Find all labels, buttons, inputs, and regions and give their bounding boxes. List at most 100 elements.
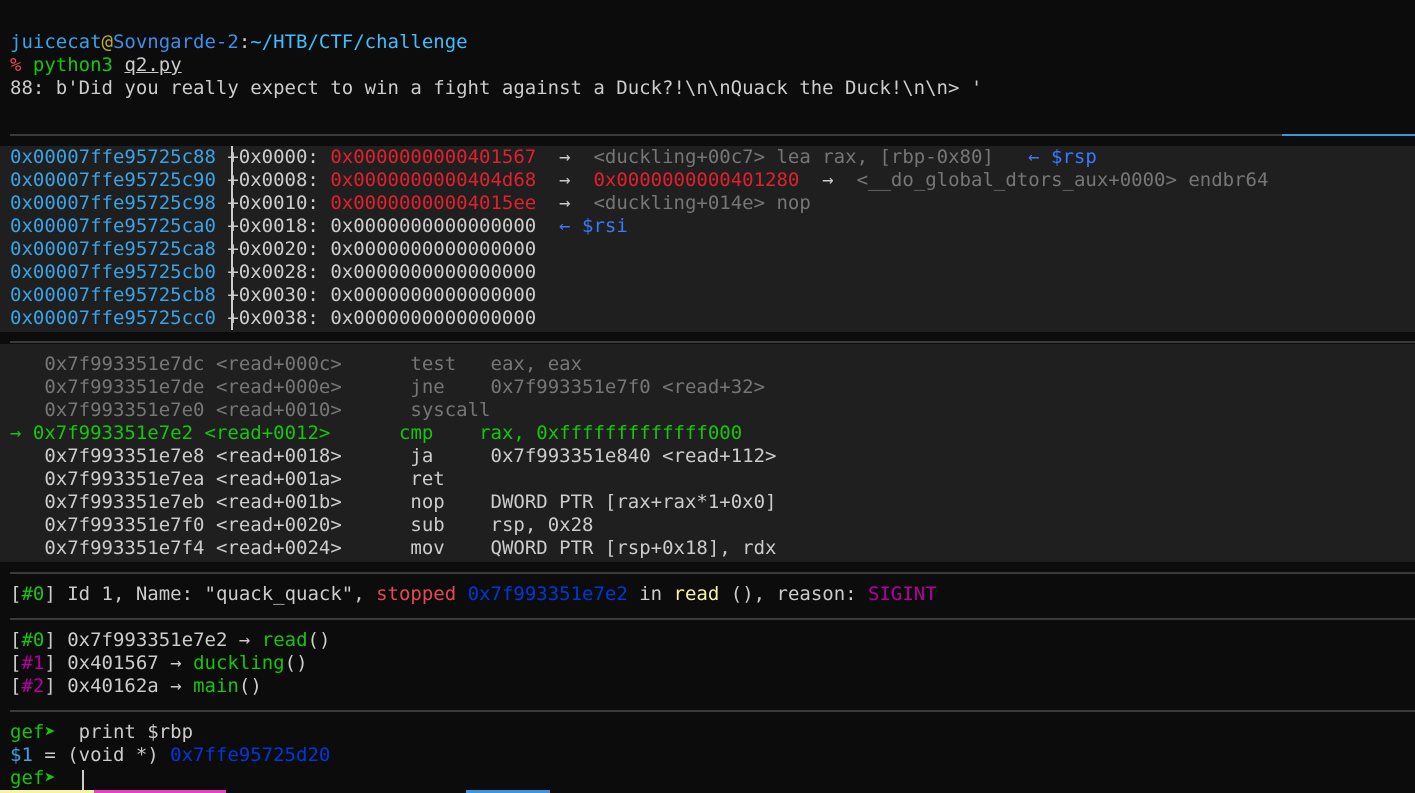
stack-value: 0x0000000000404d68 bbox=[330, 169, 537, 191]
stack-offset: +0x0038: bbox=[227, 307, 319, 329]
code-row: 0x7f993351e7ea <read+001a> ret bbox=[10, 468, 445, 491]
thread-name: Id 1, Name: "quack_quack", bbox=[55, 583, 377, 605]
arrow-icon: → bbox=[559, 169, 571, 191]
code-addr: 0x7f993351e7ea bbox=[44, 468, 205, 490]
trace-row: [#1] 0x401567 → duckling() bbox=[10, 652, 308, 674]
gef-command: print $rbp bbox=[78, 721, 194, 743]
scroll-indicator bbox=[1282, 134, 1415, 136]
code-symbol: <read+000c> bbox=[215, 353, 342, 375]
stack-row: 0x00007ffe95725c98 +0x0010: 0x0000000000… bbox=[10, 192, 811, 215]
gef-prompt: gef➤ bbox=[10, 767, 56, 789]
thread-id: #0 bbox=[21, 583, 45, 605]
code-symbol: <read+000e> bbox=[215, 376, 342, 398]
stack-row: 0x00007ffe95725ca0 +0x0018: 0x0000000000… bbox=[10, 215, 628, 238]
frame-number: #1 bbox=[21, 652, 45, 674]
stack-offset: +0x0010: bbox=[227, 192, 319, 214]
code-row: 0x7f993351e7e8 <read+0018> ja 0x7f993351… bbox=[10, 445, 776, 468]
prompt-user: juicecat bbox=[10, 31, 102, 53]
separator-prompt bbox=[10, 710, 1415, 712]
frame-addr: 0x401567 bbox=[67, 652, 159, 674]
frame-paren: () bbox=[238, 675, 262, 697]
code-mnemonic: syscall bbox=[410, 399, 491, 421]
arrow-icon: → bbox=[170, 652, 182, 674]
gef-input-line[interactable]: gef➤ bbox=[10, 767, 56, 790]
stack-value: 0x0000000000401567 bbox=[330, 146, 537, 168]
code-symbol: <read+0020> bbox=[215, 514, 342, 536]
stack-row: 0x00007ffe95725cb0 +0x0028: 0x0000000000… bbox=[10, 261, 536, 284]
code-mnemonic: ret bbox=[410, 468, 445, 490]
thread-addr: 0x7f993351e7e2 bbox=[467, 583, 628, 605]
stack-row: 0x00007ffe95725c88 +0x0000: 0x0000000000… bbox=[10, 146, 1097, 169]
shell-command: % python3 q2.py bbox=[10, 54, 182, 77]
stack-offset: +0x0028: bbox=[227, 261, 319, 283]
prompt-host: Sovngarde-2 bbox=[112, 31, 239, 53]
code-operands: QWORD PTR [rsp+0x18], rdx bbox=[490, 537, 777, 559]
stack-value: 0x0000000000000000 bbox=[330, 215, 537, 237]
program-output: 88: b'Did you really expect to win a fig… bbox=[10, 77, 983, 99]
code-operands: rsp, 0x28 bbox=[490, 514, 594, 536]
stack-offset: +0x0030: bbox=[227, 284, 319, 306]
gef-command-line: gef➤ print $rbp bbox=[10, 721, 193, 744]
separator-threads bbox=[10, 572, 1415, 574]
stack-symbol: <duckling+014e> nop bbox=[593, 192, 811, 214]
stack-value: 0x00000000004015ee bbox=[330, 192, 537, 214]
code-addr: 0x7f993351e7de bbox=[44, 376, 205, 398]
terminal-window[interactable]: juicecat@Sovngarde-2:~/HTB/CTF/challenge… bbox=[0, 0, 1415, 793]
separator-stack bbox=[10, 134, 1282, 136]
stack-addr: 0x00007ffe95725cc0 bbox=[10, 307, 216, 329]
stack-offset: +0x0008: bbox=[227, 169, 319, 191]
code-addr: 0x7f993351e7e8 bbox=[44, 445, 205, 467]
code-addr: 0x7f993351e7f4 bbox=[44, 537, 205, 559]
code-mnemonic: sub bbox=[410, 514, 445, 536]
arrow-icon: → bbox=[822, 169, 834, 191]
stack-offset: +0x0020: bbox=[227, 238, 319, 260]
stack-addr: 0x00007ffe95725cb8 bbox=[10, 284, 216, 306]
code-operands: 0x7f993351e7f0 <read+32> bbox=[490, 376, 766, 398]
stack-value: 0x0000000000000000 bbox=[330, 238, 537, 260]
command-file: q2.py bbox=[124, 54, 182, 76]
separator-code bbox=[10, 341, 1415, 343]
stack-value: 0x0000000000000000 bbox=[330, 307, 537, 329]
shell-prompt: juicecat@Sovngarde-2:~/HTB/CTF/challenge bbox=[10, 31, 468, 54]
code-addr: 0x7f993351e7eb bbox=[44, 491, 205, 513]
thread-reason: SIGINT bbox=[868, 583, 937, 605]
register-tag: ← $rsp bbox=[1028, 146, 1097, 168]
stack-row: 0x00007ffe95725cc0 +0x0038: 0x0000000000… bbox=[10, 307, 536, 330]
code-symbol: <read+001b> bbox=[215, 491, 342, 513]
code-operands: DWORD PTR [rax+rax*1+0x0] bbox=[490, 491, 777, 513]
thread-func: read bbox=[673, 583, 720, 605]
code-addr: 0x7f993351e7e0 bbox=[44, 399, 205, 421]
code-mnemonic: cmp bbox=[399, 422, 434, 444]
prompt-at: @ bbox=[101, 31, 113, 53]
code-row: 0x7f993351e7f4 <read+0024> mov QWORD PTR… bbox=[10, 537, 777, 560]
frame-func: duckling bbox=[193, 652, 285, 674]
result-value: 0x7ffe95725d20 bbox=[170, 744, 331, 766]
frame-paren: () bbox=[307, 629, 331, 651]
arrow-icon: → bbox=[238, 629, 251, 651]
bracket: ] bbox=[44, 583, 56, 605]
trace-row: [#0] 0x7f993351e7e2 → read() bbox=[10, 629, 331, 651]
prompt-colon: : bbox=[238, 31, 251, 53]
code-mnemonic: jne bbox=[410, 376, 445, 398]
thread-state: stopped bbox=[376, 583, 457, 605]
frame-number: #0 bbox=[21, 629, 45, 651]
frame-addr: 0x7f993351e7e2 bbox=[67, 629, 228, 651]
stack-addr: 0x00007ffe95725cb0 bbox=[10, 261, 216, 283]
stack-row: 0x00007ffe95725ca8 +0x0020: 0x0000000000… bbox=[10, 238, 536, 261]
frame-func: main bbox=[193, 675, 239, 697]
code-symbol: <read+0012> bbox=[204, 422, 331, 444]
text-cursor bbox=[82, 770, 84, 790]
code-symbol: <read+0024> bbox=[215, 537, 342, 559]
code-addr: 0x7f993351e7e2 bbox=[32, 422, 194, 444]
code-row: 0x7f993351e7de <read+000e> jne 0x7f99335… bbox=[10, 376, 765, 399]
code-symbol: <read+0010> bbox=[215, 399, 342, 421]
gef-prompt: gef➤ bbox=[10, 721, 56, 743]
arrow-icon: → bbox=[559, 192, 571, 214]
stack-offset: +0x0000: bbox=[227, 146, 319, 168]
prompt-path: ~/HTB/CTF/challenge bbox=[250, 31, 468, 53]
frame-addr: 0x40162a bbox=[67, 675, 159, 697]
code-row: 0x7f993351e7dc <read+000c> test eax, eax bbox=[10, 353, 582, 376]
stack-row: 0x00007ffe95725cb8 +0x0030: 0x0000000000… bbox=[10, 284, 536, 307]
current-instruction-arrow-icon: → bbox=[10, 422, 22, 444]
command-program: python3 bbox=[32, 54, 113, 76]
